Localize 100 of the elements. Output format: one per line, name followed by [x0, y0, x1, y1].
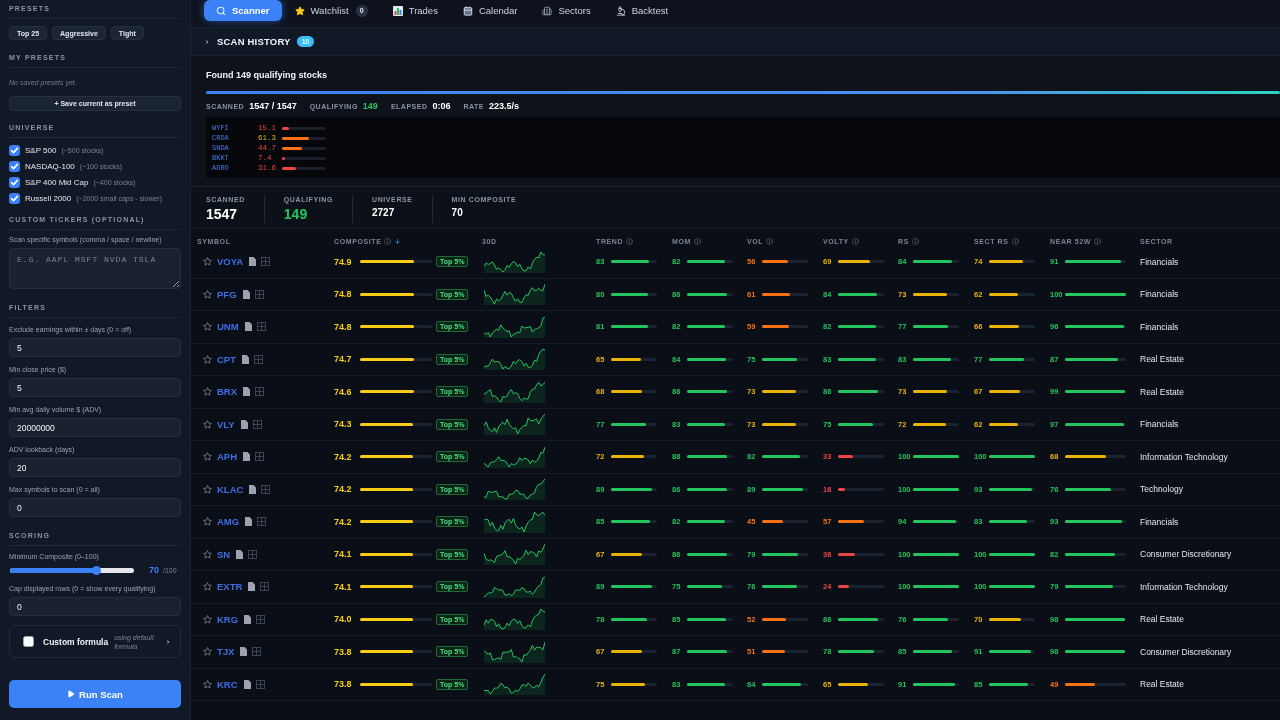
checkbox[interactable]	[9, 176, 20, 188]
document-icon[interactable]	[243, 679, 251, 689]
star-icon[interactable]	[203, 484, 212, 494]
info-icon[interactable]	[911, 238, 919, 245]
document-icon[interactable]	[249, 257, 257, 267]
grid-icon[interactable]	[252, 647, 262, 657]
ticker-link[interactable]: CPT	[217, 353, 236, 365]
ticker-link[interactable]: KLAC	[217, 483, 244, 495]
run-scan-button[interactable]: Run Scan	[9, 680, 181, 708]
nav-tab[interactable]: Scanner	[204, 0, 282, 21]
info-icon[interactable]	[1011, 238, 1019, 245]
chevron-icon[interactable]	[166, 639, 170, 644]
star-icon[interactable]	[203, 549, 212, 559]
grid-icon[interactable]	[248, 549, 258, 559]
document-icon[interactable]	[240, 647, 248, 657]
checkbox[interactable]	[9, 192, 20, 204]
grid-icon[interactable]	[261, 484, 271, 494]
ticker-link[interactable]: VLY	[217, 418, 235, 430]
document-icon[interactable]	[236, 549, 244, 559]
ticker-link[interactable]: EXTR	[217, 581, 243, 593]
checkbox-label[interactable]: S&P 400 Mid Cap	[25, 177, 89, 187]
section-title[interactable]: SCAN HISTORY	[217, 36, 291, 47]
grid-icon[interactable]	[254, 354, 263, 364]
input-field[interactable]: 5	[9, 378, 181, 397]
price-sparkline	[484, 348, 545, 371]
input-field[interactable]: 20000000	[9, 418, 181, 437]
star-icon[interactable]	[203, 647, 212, 657]
input-field[interactable]: 5	[9, 338, 181, 357]
document-icon[interactable]	[245, 517, 253, 527]
document-icon[interactable]	[242, 289, 250, 299]
ticker-link[interactable]: BRX	[217, 386, 238, 398]
star-icon[interactable]	[203, 452, 212, 462]
chevron-icon[interactable]	[205, 39, 209, 44]
checkbox-label[interactable]: Custom formula	[43, 636, 109, 647]
ticker-link[interactable]: TJX	[217, 646, 235, 658]
checkbox[interactable]	[9, 144, 20, 156]
checkbox[interactable]	[23, 636, 34, 647]
ticker-link[interactable]: SN	[217, 548, 231, 560]
nav-tab[interactable]: Trades	[380, 0, 450, 21]
document-icon[interactable]	[242, 354, 249, 364]
star-icon[interactable]	[203, 614, 212, 624]
input-field[interactable]: 20	[9, 458, 181, 477]
slider-thumb[interactable]	[92, 565, 102, 575]
info-icon[interactable]	[693, 238, 701, 245]
ticker-link[interactable]: VOYA	[217, 256, 244, 268]
grid-icon[interactable]	[260, 582, 270, 592]
star-icon[interactable]	[203, 517, 212, 527]
nav-tab[interactable]: Sectors	[530, 0, 603, 21]
input-field[interactable]: 0	[9, 498, 181, 517]
nav-tab[interactable]: Calendar	[450, 0, 530, 21]
grid-icon[interactable]	[255, 679, 265, 689]
checkbox-label[interactable]: NASDAQ-100	[25, 161, 75, 171]
info-icon[interactable]	[626, 238, 634, 245]
info-icon[interactable]	[766, 238, 774, 245]
grid-icon[interactable]	[254, 289, 264, 299]
star-icon[interactable]	[203, 582, 212, 592]
sort-down-icon[interactable]	[394, 238, 402, 245]
input-field[interactable]: 0	[9, 597, 181, 616]
sector-text: Real Estate	[1140, 614, 1184, 625]
document-icon[interactable]	[243, 387, 251, 397]
document-icon[interactable]	[244, 614, 252, 624]
ticker-link[interactable]: KRG	[217, 613, 239, 625]
star-icon[interactable]	[203, 387, 212, 397]
star-icon[interactable]	[203, 289, 212, 299]
sector-text: Information Technology	[1140, 451, 1228, 462]
document-icon[interactable]	[244, 322, 252, 332]
star-icon[interactable]	[203, 322, 212, 332]
grid-icon[interactable]	[252, 419, 262, 429]
ticker-link[interactable]: KRC	[217, 678, 238, 690]
info-icon[interactable]	[384, 238, 392, 245]
composite-score: 74.2	[334, 451, 353, 462]
ticker-link[interactable]: AMG	[217, 516, 240, 528]
checkbox-label[interactable]: Russell 2000	[25, 193, 72, 203]
tickers-textarea[interactable]: E.G. AAPL MSFT NVDA TSLA	[9, 248, 181, 289]
grid-icon[interactable]	[255, 387, 265, 397]
document-icon[interactable]	[240, 419, 248, 429]
composite-score: 74.7	[334, 354, 353, 365]
star-icon[interactable]	[203, 257, 212, 267]
star-icon[interactable]	[203, 679, 212, 689]
checkbox[interactable]	[9, 160, 20, 172]
nav-tab[interactable]: Backtest	[603, 0, 681, 21]
info-icon[interactable]	[851, 238, 859, 245]
ticker-link[interactable]: UNM	[217, 321, 239, 333]
sector-text: Information Technology	[1140, 581, 1228, 592]
grid-icon[interactable]	[255, 452, 265, 462]
grid-icon[interactable]	[261, 257, 271, 267]
slider-track[interactable]	[10, 567, 134, 573]
checkbox-label[interactable]: S&P 500	[25, 145, 57, 155]
document-icon[interactable]	[249, 484, 257, 494]
price-sparkline	[484, 380, 545, 403]
grid-icon[interactable]	[256, 322, 266, 332]
ticker-link[interactable]: APH	[217, 451, 238, 463]
document-icon[interactable]	[243, 452, 251, 462]
star-icon[interactable]	[203, 419, 212, 429]
info-icon[interactable]	[1094, 238, 1101, 245]
star-icon[interactable]	[203, 354, 212, 364]
ticker-link[interactable]: PFG	[217, 288, 237, 300]
document-icon[interactable]	[248, 582, 256, 592]
grid-icon[interactable]	[257, 517, 267, 527]
grid-icon[interactable]	[256, 614, 266, 624]
